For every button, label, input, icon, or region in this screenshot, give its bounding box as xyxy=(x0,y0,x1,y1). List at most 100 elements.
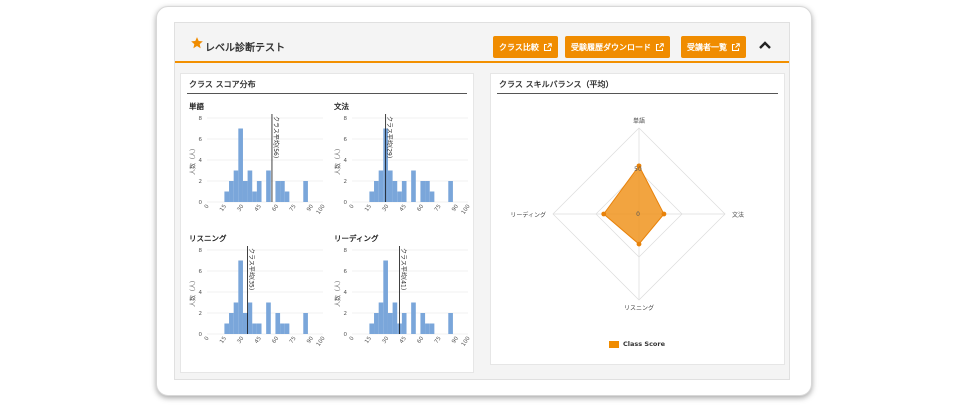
y-tick-label: 8 xyxy=(344,116,348,122)
y-tick-label: 2 xyxy=(344,311,348,317)
x-tick-label: 15 xyxy=(219,335,228,345)
x-tick-label: 15 xyxy=(364,335,373,345)
radar-ring-label: 50 xyxy=(634,166,642,173)
histogram-bar xyxy=(229,181,234,202)
y-tick-label: 4 xyxy=(344,158,348,164)
x-tick-label: 75 xyxy=(434,203,443,213)
radar-legend: Class Score xyxy=(609,340,665,348)
histogram-bar xyxy=(448,181,453,202)
y-tick-label: 0 xyxy=(344,200,348,206)
legend-swatch xyxy=(609,340,619,348)
radar-axis-label: リスニング xyxy=(624,304,654,312)
y-tick-label: 2 xyxy=(344,179,348,185)
star-icon xyxy=(191,37,203,49)
x-tick-label: 45 xyxy=(254,335,263,345)
legend-label: Class Score xyxy=(623,340,665,348)
external-link-icon xyxy=(543,42,552,51)
y-axis-label: 人数（人） xyxy=(189,145,197,175)
histogram-bar xyxy=(242,181,248,202)
y-tick-label: 8 xyxy=(199,248,203,254)
histogram-bar xyxy=(275,181,281,202)
histogram-bar xyxy=(411,170,416,202)
histogram-bar xyxy=(369,323,375,334)
student-list-label: 受講者一覧 xyxy=(687,42,727,52)
radar-point xyxy=(661,211,667,217)
histogram-bar xyxy=(275,313,281,334)
y-axis-label: 人数（人） xyxy=(334,277,342,307)
history-download-label: 受験履歴ダウンロード xyxy=(571,42,651,52)
radar-ring-label: 0 xyxy=(636,211,640,218)
x-tick-label: 100 xyxy=(461,203,472,215)
history-download-button[interactable]: 受験履歴ダウンロード xyxy=(565,36,670,58)
class-compare-button[interactable]: クラス比較 xyxy=(493,36,558,58)
histogram-bar xyxy=(280,323,285,334)
histogram-bar xyxy=(303,181,308,202)
radar-axis-label: リーディング xyxy=(510,211,546,219)
y-axis-label: 人数（人） xyxy=(189,277,197,307)
histogram-bar xyxy=(238,260,243,334)
histogram-bar xyxy=(256,181,262,202)
y-tick-label: 8 xyxy=(344,248,348,254)
student-list-button[interactable]: 受講者一覧 xyxy=(681,36,746,58)
histogram-bar xyxy=(303,313,308,334)
histogram-bar xyxy=(374,181,379,202)
class-compare-label: クラス比較 xyxy=(499,42,539,52)
histogram-bar xyxy=(392,302,398,334)
collapse-chevron-up-icon[interactable] xyxy=(758,40,772,50)
x-tick-label: 15 xyxy=(364,203,373,213)
y-tick-label: 4 xyxy=(344,290,348,296)
y-tick-label: 0 xyxy=(199,200,203,206)
histogram-bar xyxy=(425,181,430,202)
histogram-bar xyxy=(401,181,407,202)
histogram-grammar: 0 2 4 6 8 人数（人） 0 15 30 45 60 75 90 100 クラス平均(29) xyxy=(334,114,472,216)
x-tick-label: 30 xyxy=(382,203,391,213)
histogram-bar xyxy=(387,313,393,334)
histogram-bar xyxy=(238,128,243,202)
mean-label: クラス平均(29) xyxy=(386,116,394,158)
histogram-bar xyxy=(378,302,384,334)
histogram-bar xyxy=(256,323,262,334)
y-tick-label: 0 xyxy=(344,332,348,338)
histogram-bar xyxy=(242,313,248,334)
histogram-bar xyxy=(252,191,257,202)
radar-axis-label: 文法 xyxy=(732,211,744,219)
x-tick-label: 45 xyxy=(254,203,263,213)
x-tick-label: 45 xyxy=(399,203,408,213)
y-tick-label: 0 xyxy=(199,332,203,338)
histogram-bar xyxy=(224,323,230,334)
score-distribution-title: クラス スコア分布 xyxy=(189,80,256,89)
histogram-bar xyxy=(284,323,290,334)
mean-label: クラス平均(35) xyxy=(248,248,256,290)
x-tick-label: 0 xyxy=(204,335,211,342)
x-tick-label: 60 xyxy=(271,335,280,345)
external-link-icon xyxy=(655,42,664,51)
radar-point xyxy=(636,241,642,247)
x-tick-label: 30 xyxy=(382,335,391,345)
y-tick-label: 6 xyxy=(199,137,203,143)
histogram-bar xyxy=(420,313,426,334)
x-tick-label: 90 xyxy=(306,335,315,345)
x-tick-label: 30 xyxy=(237,203,246,213)
histogram-vocab: 0 2 4 6 8 人数（人） 0 15 30 45 60 75 90 100 クラス平均(56) xyxy=(189,114,327,216)
histogram-bar xyxy=(383,260,388,334)
y-tick-label: 2 xyxy=(199,311,203,317)
x-tick-label: 90 xyxy=(451,335,460,345)
histogram-bar xyxy=(401,313,407,334)
histogram-bar xyxy=(429,191,435,202)
histogram-reading: 0 2 4 6 8 人数（人） 0 15 30 45 60 75 90 100 クラス平均(41) xyxy=(334,246,472,348)
histogram-bar xyxy=(266,170,271,202)
histogram-bar xyxy=(378,170,384,202)
histogram-bar xyxy=(280,181,285,202)
external-link-icon xyxy=(731,42,740,51)
y-axis-label: 人数（人） xyxy=(334,145,342,175)
histogram-bar xyxy=(387,170,393,202)
card-divider xyxy=(497,93,778,94)
histogram-bar xyxy=(448,313,453,334)
x-tick-label: 45 xyxy=(399,335,408,345)
y-tick-label: 4 xyxy=(199,290,203,296)
histogram-bar xyxy=(369,191,375,202)
histogram-bar xyxy=(247,302,253,334)
y-tick-label: 2 xyxy=(199,179,203,185)
mean-label: クラス平均(41) xyxy=(400,248,408,290)
x-tick-label: 15 xyxy=(219,203,228,213)
